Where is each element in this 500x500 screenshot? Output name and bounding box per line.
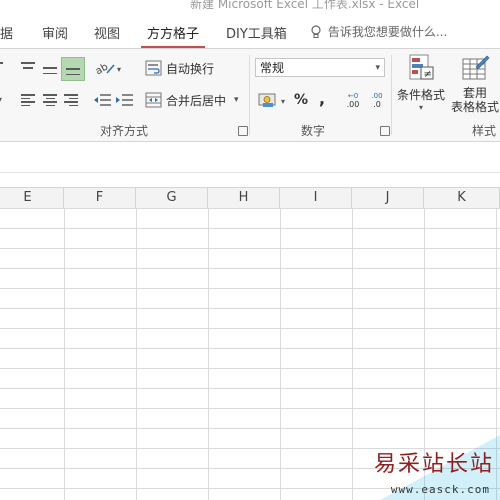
watermark: 易采站长站 www.easck.com [374, 435, 500, 500]
increase-indent-icon[interactable] [115, 90, 135, 110]
window-title-bar: 新建 Microsoft Excel 工作表.xlsx - Excel [0, 0, 500, 14]
format-as-table-label-line1: 套用 [462, 86, 487, 100]
svg-text:▾: ▾ [117, 65, 121, 74]
svg-text:ab: ab [94, 62, 110, 76]
arrow-left-icon: ←0 [347, 91, 359, 100]
orientation-button[interactable]: ab ▾ [93, 58, 125, 78]
window-title: 新建 Microsoft Excel 工作表.xlsx - Excel [190, 0, 420, 11]
column-header-j[interactable]: J [352, 188, 424, 208]
ribbon: ▾ ab ▾ 自动换行 合并后居中 ▾ [0, 49, 500, 142]
percent-style-button[interactable]: % [292, 90, 310, 110]
wrap-text-button[interactable]: 自动换行 [145, 57, 225, 79]
column-headers: E F G H I J K [0, 187, 500, 209]
group-divider [391, 55, 392, 135]
merge-center-label: 合并后居中 [166, 93, 227, 108]
number-dialog-launcher-icon[interactable] [380, 126, 390, 136]
text-orientation-icon: ab ▾ [94, 62, 121, 76]
increase-decimal-label: .00 [346, 99, 360, 109]
conditional-formatting-button[interactable]: ≠ 条件格式 ▾ [395, 53, 447, 115]
svg-text:▾: ▾ [281, 97, 285, 106]
increase-decimal-button[interactable]: ←0 .00 [342, 89, 364, 111]
format-as-table-icon [462, 55, 490, 80]
middle-align-icon[interactable] [40, 58, 60, 78]
comma-style-button[interactable]: , [315, 88, 329, 108]
format-as-table-button[interactable]: 套用 表格格式 [449, 53, 500, 115]
column-header-i[interactable]: I [280, 188, 352, 208]
align-left-icon[interactable] [18, 90, 38, 110]
tab-diy-toolbox[interactable]: DIY工具箱 [226, 23, 287, 42]
column-header-k[interactable]: K [424, 188, 500, 208]
bottom-align-icon[interactable] [61, 57, 85, 81]
tab-data[interactable]: 据 [0, 23, 13, 42]
tab-review[interactable]: 审阅 [42, 23, 68, 42]
merge-cells-icon [145, 92, 162, 108]
column-header-g[interactable]: G [136, 188, 208, 208]
group-divider [249, 55, 250, 135]
tell-me-text: 告诉我您想要做什么... [327, 25, 448, 39]
decrease-indent-icon[interactable] [93, 90, 113, 110]
watermark-url: www.easck.com [390, 483, 490, 496]
format-as-table-label-line2: 表格格式 [450, 100, 499, 114]
align-right-icon[interactable] [61, 90, 81, 110]
lightbulb-icon [311, 25, 321, 38]
merge-center-button[interactable]: 合并后居中 ▾ [145, 89, 245, 111]
column-header-f[interactable]: F [64, 188, 136, 208]
tell-me-search[interactable]: 告诉我您想要做什么... [310, 23, 447, 40]
conditional-formatting-label: 条件格式 [396, 88, 445, 102]
decrease-decimal-label: .0 [373, 99, 381, 109]
orientation-partial-icon[interactable] [0, 57, 4, 69]
conditional-formatting-icon: ≠ [409, 54, 434, 80]
number-format-value: 常规 [260, 61, 285, 75]
align-center-icon[interactable] [40, 90, 60, 110]
top-align-icon[interactable] [18, 58, 38, 78]
ribbon-tabs: 据 审阅 视图 方方格子 DIY工具箱 告诉我您想要做什么... [0, 14, 500, 49]
arrow-right-icon: .00 [371, 91, 383, 100]
svg-text:≠: ≠ [424, 69, 432, 80]
decrease-decimal-button[interactable]: .00 .0 [366, 89, 388, 111]
column-header-h[interactable]: H [208, 188, 280, 208]
number-group-label: 数字 [301, 124, 326, 138]
chevron-down-icon: ▾ [375, 63, 380, 73]
tab-view[interactable]: 视图 [94, 23, 120, 42]
number-format-dropdown[interactable]: 常规 ▾ [255, 58, 385, 77]
styles-group-label: 样式 [472, 124, 497, 138]
wrap-text-icon [145, 60, 162, 76]
tab-fangfangezi[interactable]: 方方格子 [140, 23, 206, 48]
dropdown-partial-icon[interactable]: ▾ [0, 93, 4, 105]
chevron-down-icon: ▾ [418, 103, 423, 112]
alignment-dialog-launcher-icon[interactable] [238, 126, 248, 136]
wrap-text-label: 自动换行 [166, 61, 215, 76]
alignment-group-label: 对齐方式 [100, 124, 149, 138]
chevron-down-icon: ▾ [234, 95, 239, 105]
formula-bar[interactable] [0, 142, 500, 173]
currency-icon: ▾ [258, 93, 285, 107]
accounting-format-button[interactable]: ▾ [256, 89, 290, 111]
watermark-text: 易采站长站 [373, 452, 494, 477]
column-header-e[interactable]: E [0, 188, 64, 208]
